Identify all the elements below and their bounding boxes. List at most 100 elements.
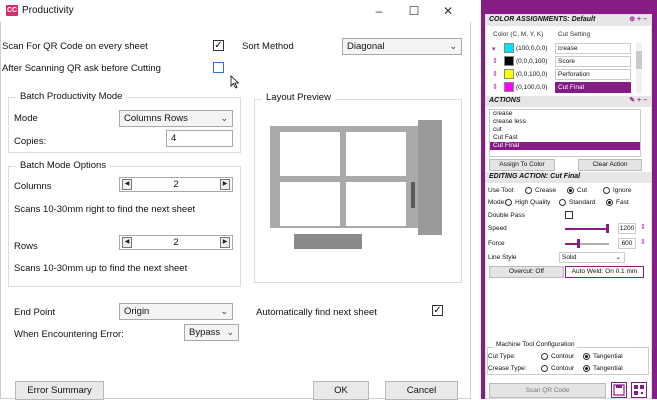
force-input[interactable]: 600 [618,238,636,249]
columns-stepper[interactable]: ◀ 2 ▶ [119,177,233,192]
color-assignments-controls[interactable]: ⊕ + – [629,15,647,25]
save-icon[interactable] [611,382,627,398]
batch-options-legend: Batch Mode Options [16,160,111,171]
end-point-select[interactable]: Origin ⌄ [119,303,233,320]
clear-action-button[interactable]: Clear Action [578,159,642,171]
columns-label: Columns [14,181,52,192]
mode-fast-label: Fast [616,199,629,206]
scan-qr-checkbox[interactable]: ✓ [213,40,224,51]
layout-preview-diagram [270,120,442,249]
drag-arrows-icon[interactable]: ⇕ [492,55,498,65]
cut-type-tangential-label: Tangential [593,353,623,360]
color-value: (100,0,0,0) [516,45,548,52]
cut-setting-cell[interactable]: Cut Final [555,82,631,93]
color-swatch[interactable] [504,43,514,53]
mode-label: Mode [14,113,38,124]
title-bar[interactable]: CC Productivity – ☐ ✕ [0,0,471,22]
drag-arrows-icon[interactable]: ▾ [492,43,498,53]
color-list-scrollbar[interactable] [636,43,642,93]
decrement-icon[interactable]: ◀ [122,179,132,190]
crease-type-contour-radio[interactable] [541,365,548,372]
cut-setting-cell[interactable]: Perforation [555,69,631,80]
tool-cut-radio[interactable] [567,187,574,194]
force-slider-thumb[interactable] [577,239,580,248]
mode-fast-radio[interactable] [606,199,613,206]
copy-cell [346,182,406,226]
line-style-select[interactable]: Solid ⌄ [559,252,625,263]
mode-hq-radio[interactable] [505,199,512,206]
action-item[interactable]: cut [490,126,640,134]
chevron-down-icon: ⌄ [220,306,228,316]
machine-config-legend: Machine Tool Configuration [494,341,577,348]
speed-stepper-icon[interactable]: ⇕ [640,224,646,231]
columns-hint: Scans 10-30mm right to find the next she… [14,204,196,215]
scrollbar-thumb[interactable] [636,51,642,69]
drag-arrows-icon[interactable]: ⇕ [492,81,498,91]
cmyk-column-header: Color (C, M, Y, K) [493,31,544,38]
crease-type-tangential-label: Tangential [593,365,623,372]
tool-cut-label: Cut [577,187,588,194]
action-item[interactable]: Cut Final [490,142,640,150]
increment-icon[interactable]: ▶ [220,179,230,190]
ok-button[interactable]: OK [313,381,369,400]
mode-standard-label: Standard [569,199,596,206]
crease-type-tangential-radio[interactable] [583,365,590,372]
autoweld-button[interactable]: Auto Weld: On 0.1 mm [565,266,644,278]
mode-select[interactable]: Columns Rows ⌄ [119,110,233,127]
minimize-button[interactable]: – [368,3,390,19]
cut-setting-cell[interactable]: crease [555,43,631,54]
after-scan-label: After Scanning QR ask before Cutting [2,63,161,74]
rows-stepper[interactable]: ◀ 2 ▶ [119,235,233,250]
chevron-down-icon: ⌄ [226,327,234,337]
cancel-button[interactable]: Cancel [385,381,458,400]
force-stepper-icon[interactable]: ⇕ [640,239,646,246]
error-mode-select[interactable]: Bypass ⌄ [184,324,239,341]
cut-type-tangential-radio[interactable] [583,353,590,360]
action-item[interactable]: crease [490,110,640,118]
actions-controls[interactable]: ✎ + – [629,96,647,106]
after-scan-checkbox[interactable] [213,62,224,73]
tool-ignore-label: Ignore [613,187,632,194]
qr-code-icon[interactable] [631,382,647,398]
cut-setting-cell[interactable]: Score [555,56,631,67]
batch-mode-legend: Batch Productivity Mode [16,91,127,102]
end-point-value: Origin [124,306,150,317]
speed-slider-thumb[interactable] [606,224,609,233]
action-item[interactable]: crease less [490,118,640,126]
use-tool-label: Use Tool: [488,187,515,194]
tool-crease-radio[interactable] [525,187,532,194]
editing-action-header: EDITING ACTION: Cut Final [486,172,651,183]
speed-input[interactable]: 1200 [618,223,636,234]
cut-type-contour-label: Contour [551,353,575,360]
sheet-feed [294,234,362,249]
chevron-down-icon: ⌄ [615,254,621,261]
close-button[interactable]: ✕ [437,3,459,19]
crease-type-label: Crease Type: [488,365,527,372]
drag-arrows-icon[interactable]: ⇕ [492,68,498,78]
line-style-label: Line Style [488,254,517,261]
sort-method-value: Diagonal [347,41,385,52]
color-swatch[interactable] [504,56,514,66]
color-swatch[interactable] [504,69,514,79]
cut-type-contour-radio[interactable] [541,353,548,360]
sort-method-select[interactable]: Diagonal ⌄ [342,38,462,55]
tool-ignore-radio[interactable] [603,187,610,194]
line-style-value: Solid [562,254,577,261]
decrement-icon[interactable]: ◀ [122,237,132,248]
maximize-button[interactable]: ☐ [403,3,425,19]
scan-qr-code-button[interactable]: Scan QR Code [489,383,606,398]
copies-input[interactable]: 4 [166,130,233,147]
action-item[interactable]: Cut Fast [490,134,640,142]
error-summary-button[interactable]: Error Summary [15,381,104,400]
overcut-button[interactable]: Overcut: Off [489,266,564,278]
actions-list[interactable]: crease crease less cut Cut Fast Cut Fina… [489,109,641,157]
color-swatch[interactable] [504,82,514,92]
double-pass-label: Double Pass [488,212,525,219]
increment-icon[interactable]: ▶ [220,237,230,248]
auto-find-checkbox[interactable]: ✓ [432,305,443,316]
assign-to-color-button[interactable]: Assign To Color [489,159,555,171]
chevron-down-icon: ⌄ [220,113,228,123]
double-pass-checkbox[interactable] [565,211,573,219]
color-value: (0,0,0,100) [516,58,548,65]
mode-standard-radio[interactable] [559,199,566,206]
